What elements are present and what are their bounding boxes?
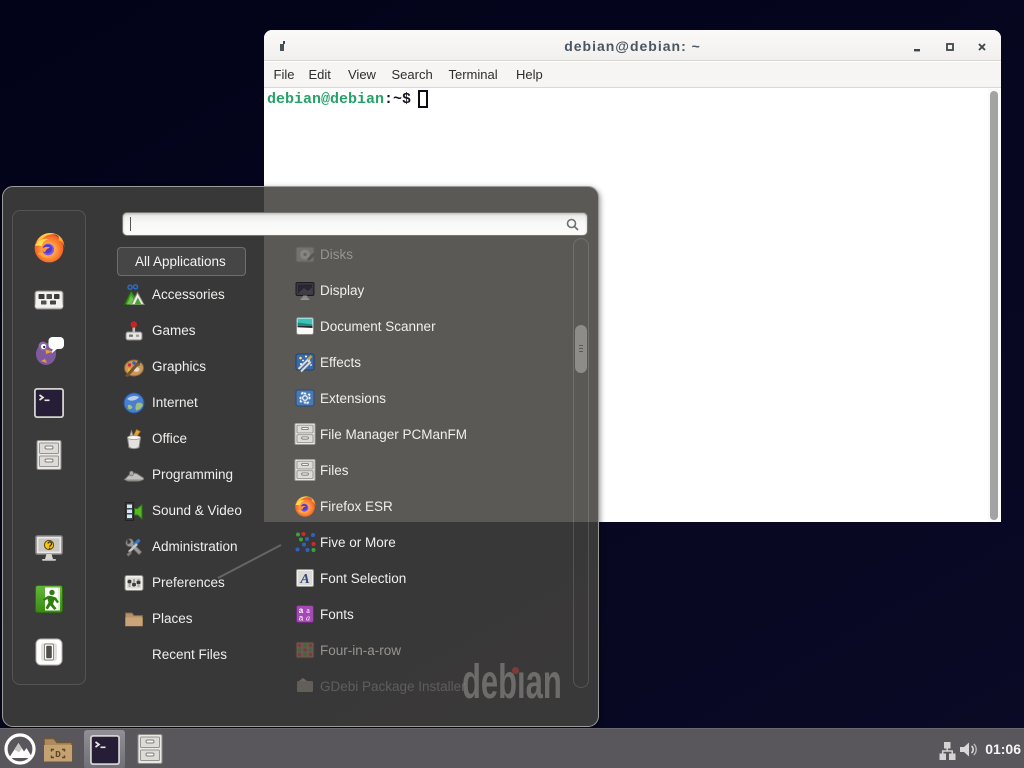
svg-text:A: A	[299, 572, 309, 587]
svg-text:a: a	[306, 614, 310, 623]
svg-text:a: a	[299, 614, 304, 623]
svg-text:D: D	[55, 749, 61, 760]
